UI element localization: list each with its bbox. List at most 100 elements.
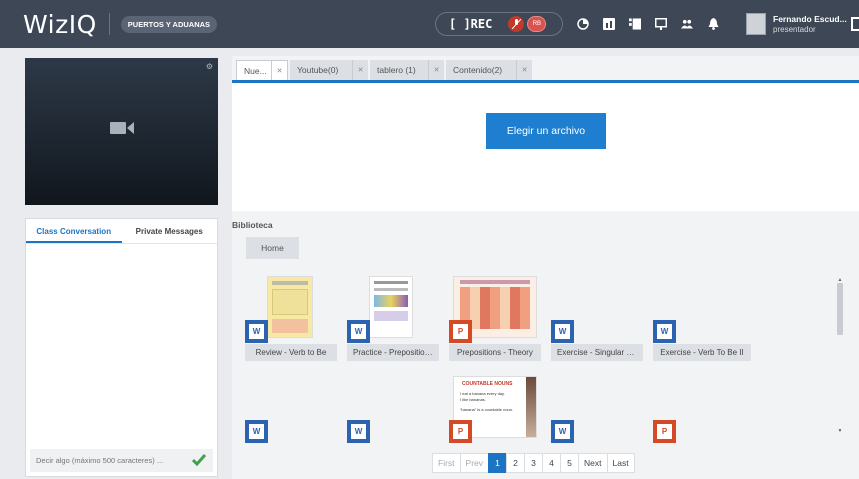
file-name: Exercise - Singular an... (551, 344, 643, 361)
attendee-list-icon[interactable] (629, 18, 641, 30)
word-glyph: W (657, 324, 672, 339)
tab-whiteboard[interactable]: tablero (1) ✕ (370, 60, 444, 80)
file-thumbnail (267, 276, 313, 338)
file-name: Exercise - Verb To Be II (653, 344, 751, 361)
pagination-page-4[interactable]: 4 (542, 453, 562, 473)
ppt-glyph: P (453, 424, 468, 439)
class-name-badge: PUERTOS Y ADUANAS (120, 15, 218, 33)
tab-content[interactable]: Contenido(2) ✕ (446, 60, 532, 80)
user-role: presentador (773, 25, 816, 34)
word-glyph: W (249, 424, 264, 439)
ppt-file-icon: P (449, 320, 472, 343)
thumb-title: COUNTABLE NOUNS (462, 381, 513, 387)
poll-icon[interactable] (603, 18, 615, 30)
word-file-icon: W (551, 420, 574, 443)
pagination-page-2[interactable]: 2 (506, 453, 526, 473)
thumb-line (374, 281, 408, 284)
tab-youtube[interactable]: Youtube(0) ✕ (290, 60, 368, 80)
record-button[interactable]: [ ]REC (449, 17, 492, 31)
scroll-down-icon[interactable]: ▼ (836, 428, 844, 434)
pagination-page-5[interactable]: 5 (560, 453, 580, 473)
tab-new-label: Nue... (244, 65, 267, 76)
pagination-page-3[interactable]: 3 (524, 453, 544, 473)
thumb-line (460, 280, 530, 284)
raise-hand-button[interactable]: RB (527, 16, 547, 32)
word-glyph: W (351, 424, 366, 439)
file-card[interactable]: P Prepositions - Theory (449, 276, 541, 362)
user-avatar[interactable] (746, 13, 766, 35)
word-file-icon: W (347, 320, 370, 343)
ppt-glyph: P (453, 324, 468, 339)
thumb-line: "banana" is a countable noun. (460, 407, 514, 412)
mic-muted-icon[interactable] (508, 16, 525, 32)
tab-youtube-label: Youtube(0) (297, 65, 339, 75)
word-glyph: W (555, 424, 570, 439)
participants-icon[interactable] (681, 18, 693, 30)
close-icon[interactable]: ✕ (352, 60, 368, 80)
file-card[interactable]: W Review - Verb to Be (245, 276, 337, 362)
word-glyph: W (555, 324, 570, 339)
thumb-block (374, 295, 408, 307)
thumb-line (374, 288, 408, 291)
word-file-icon: W (245, 320, 268, 343)
wiziq-logo: WizIQ (23, 9, 97, 39)
scroll-thumb[interactable] (837, 283, 843, 335)
chat-input-row (30, 449, 213, 472)
thumb-block (272, 289, 308, 315)
file-thumbnail (369, 276, 413, 338)
file-card[interactable]: COUNTABLE NOUNS I eat a banana every day… (449, 376, 541, 444)
file-card[interactable]: W Exercise - Singular an... (551, 276, 643, 362)
thumb-block (374, 311, 408, 321)
ppt-file-icon: P (653, 420, 676, 443)
screen-share-icon[interactable] (655, 18, 667, 30)
thumb-stripe (526, 377, 536, 437)
word-file-icon: W (653, 320, 676, 343)
choose-file-button[interactable]: Elegir un archivo (486, 113, 606, 149)
word-file-icon: W (347, 420, 370, 443)
gear-icon[interactable]: ⚙ (206, 62, 213, 71)
recording-controls: [ ]REC RB (435, 12, 563, 36)
file-name: Review - Verb to Be (245, 344, 337, 361)
thumb-line: I eat a banana every day. (460, 391, 505, 396)
user-name[interactable]: Fernando Escud... (773, 14, 847, 24)
pagination-last[interactable]: Last (606, 453, 635, 473)
thumb-line (272, 281, 308, 285)
close-icon[interactable]: ✕ (271, 61, 287, 81)
file-card[interactable]: W Practice - Preposition... (347, 276, 439, 362)
check-icon[interactable] (191, 454, 207, 468)
file-card[interactable]: W (347, 376, 439, 444)
timer-icon[interactable] (577, 18, 589, 30)
content-area: Nue... ✕ Youtube(0) ✕ tablero (1) ✕ Cont… (232, 56, 859, 479)
file-card[interactable]: W Exercise - Verb To Be II (653, 276, 751, 362)
file-name: Prepositions - Theory (449, 344, 541, 361)
tab-private-messages[interactable]: Private Messages (122, 219, 218, 243)
pagination-first[interactable]: First (432, 453, 461, 473)
tab-class-conversation[interactable]: Class Conversation (26, 219, 122, 243)
file-grid: W Review - Verb to Be W Practice - Prepo… (245, 276, 835, 446)
ppt-file-icon: P (449, 420, 472, 443)
file-card[interactable]: W (245, 376, 337, 444)
tab-new[interactable]: Nue... ✕ (236, 60, 288, 81)
exit-icon[interactable] (851, 17, 859, 31)
pagination-page-1[interactable]: 1 (488, 453, 508, 473)
close-icon[interactable]: ✕ (428, 60, 444, 80)
word-glyph: W (351, 324, 366, 339)
notification-bell-icon[interactable] (707, 18, 719, 30)
tab-whiteboard-label: tablero (1) (377, 65, 416, 75)
file-card[interactable]: W (551, 376, 643, 444)
library-home-button[interactable]: Home (246, 237, 299, 259)
close-icon[interactable]: ✕ (516, 60, 532, 80)
library-title: Biblioteca (232, 220, 273, 230)
upload-area: Elegir un archivo (232, 83, 859, 211)
word-file-icon: W (245, 420, 268, 443)
word-glyph: W (249, 324, 264, 339)
thumb-line: I like bananas. (460, 397, 486, 402)
library-scrollbar[interactable]: ▲ ▼ (836, 277, 844, 434)
video-panel: ⚙ (25, 58, 218, 205)
pagination-prev[interactable]: Prev (459, 453, 490, 473)
chat-message-input[interactable] (36, 456, 186, 465)
pagination-next[interactable]: Next (578, 453, 608, 473)
file-card[interactable]: P (653, 376, 745, 444)
camera-icon (110, 121, 134, 137)
content-tab-strip: Nue... ✕ Youtube(0) ✕ tablero (1) ✕ Cont… (232, 56, 859, 81)
